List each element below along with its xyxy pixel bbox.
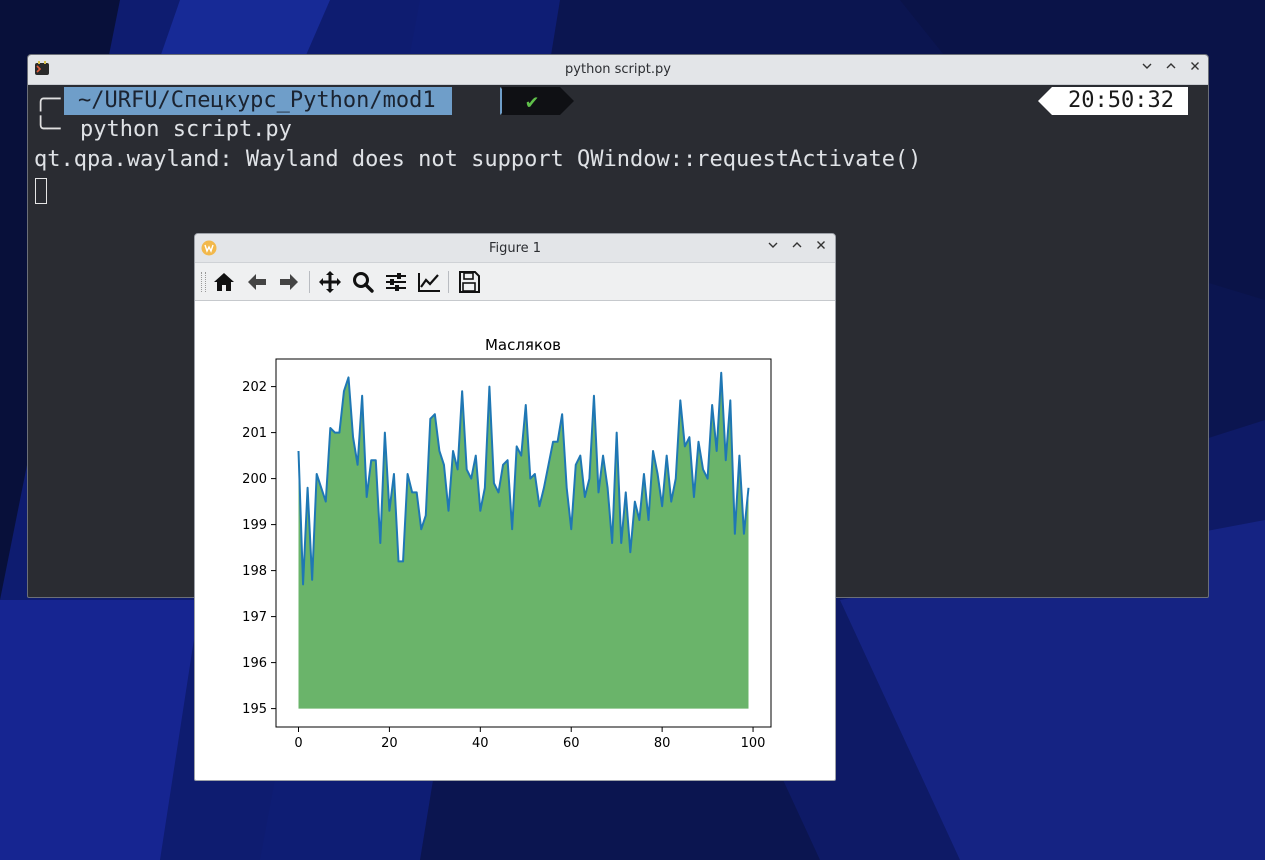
- figure-toolbar: [195, 263, 835, 301]
- close-icon: [817, 241, 825, 249]
- forward-arrow-icon: [280, 274, 298, 290]
- segment-arrow-icon: [560, 87, 574, 115]
- prompt-status-segment: ✔: [502, 87, 560, 115]
- x-tick-label: 80: [654, 736, 671, 751]
- home-button[interactable]: [211, 270, 237, 294]
- figure-minimize-button[interactable]: [764, 239, 782, 257]
- pan-button[interactable]: [317, 270, 343, 294]
- figure-maximize-button[interactable]: [788, 239, 806, 257]
- figure-titlebar[interactable]: Figure 1: [195, 234, 835, 263]
- y-tick-label: 200: [242, 472, 267, 487]
- terminal-title: python script.py: [565, 62, 671, 77]
- x-tick-label: 60: [563, 736, 580, 751]
- plot-canvas[interactable]: Масляков 0 20 40 60 80 100 195 196 197 198 199 200 2…: [195, 300, 835, 780]
- back-arrow-icon: [248, 274, 266, 290]
- x-tick-label: 20: [381, 736, 398, 751]
- forward-button[interactable]: [276, 270, 302, 294]
- prompt-path-segment: ~/URFU/Спецкурс_Python/mod1: [64, 87, 452, 115]
- x-tick-label: 100: [741, 736, 766, 751]
- back-button[interactable]: [244, 270, 270, 294]
- y-tick-label: 201: [242, 426, 267, 441]
- y-tick-label: 198: [242, 564, 267, 579]
- close-icon: [1191, 62, 1199, 70]
- figure-window[interactable]: Figure 1 Масляков 0 20 40 60 80 100 195 …: [194, 233, 836, 781]
- chevron-down-icon: [768, 242, 778, 248]
- home-icon: [214, 273, 234, 291]
- command-line: python script.py: [80, 117, 292, 142]
- prompt-corner-top: ╭─: [34, 87, 61, 112]
- chevron-up-icon: [1166, 63, 1176, 69]
- figure-close-button[interactable]: [812, 239, 830, 257]
- move-icon: [319, 271, 341, 293]
- save-icon: [459, 271, 480, 293]
- y-tick-label: 202: [242, 380, 267, 395]
- chart-title: Масляков: [485, 336, 561, 354]
- chevron-up-icon: [792, 242, 802, 248]
- configure-subplots-button[interactable]: [383, 270, 409, 294]
- figure-title: Figure 1: [488, 241, 542, 256]
- prompt-corner-bottom: ╰─: [34, 117, 61, 142]
- y-tick-label: 196: [242, 656, 267, 671]
- chevron-down-icon: [1142, 63, 1152, 69]
- zoom-icon: [353, 272, 374, 293]
- configure-subplots-icon: [386, 273, 406, 291]
- x-tick-label: 0: [294, 736, 302, 751]
- edit-axis-icon: [418, 273, 440, 292]
- edit-axis-button[interactable]: [416, 270, 442, 294]
- output-line: qt.qpa.wayland: Wayland does not support…: [34, 147, 922, 172]
- toolbar-separator: [448, 271, 449, 293]
- maximize-button[interactable]: [1162, 60, 1180, 78]
- terminal-cursor: [35, 178, 47, 204]
- toolbar-grip[interactable]: [201, 272, 206, 292]
- zoom-button[interactable]: [350, 270, 376, 294]
- y-tick-label: 199: [242, 518, 267, 533]
- y-tick-label: 195: [242, 702, 267, 717]
- prompt-clock: 20:50:32: [1052, 87, 1188, 115]
- x-tick-label: 40: [472, 736, 489, 751]
- close-button[interactable]: [1186, 60, 1204, 78]
- terminal-titlebar[interactable]: python script.py: [28, 55, 1208, 85]
- toolbar-separator: [309, 271, 310, 293]
- y-tick-label: 197: [242, 610, 267, 625]
- save-button[interactable]: [456, 270, 482, 294]
- clock-arrow-icon: [1038, 87, 1052, 115]
- minimize-button[interactable]: [1138, 60, 1156, 78]
